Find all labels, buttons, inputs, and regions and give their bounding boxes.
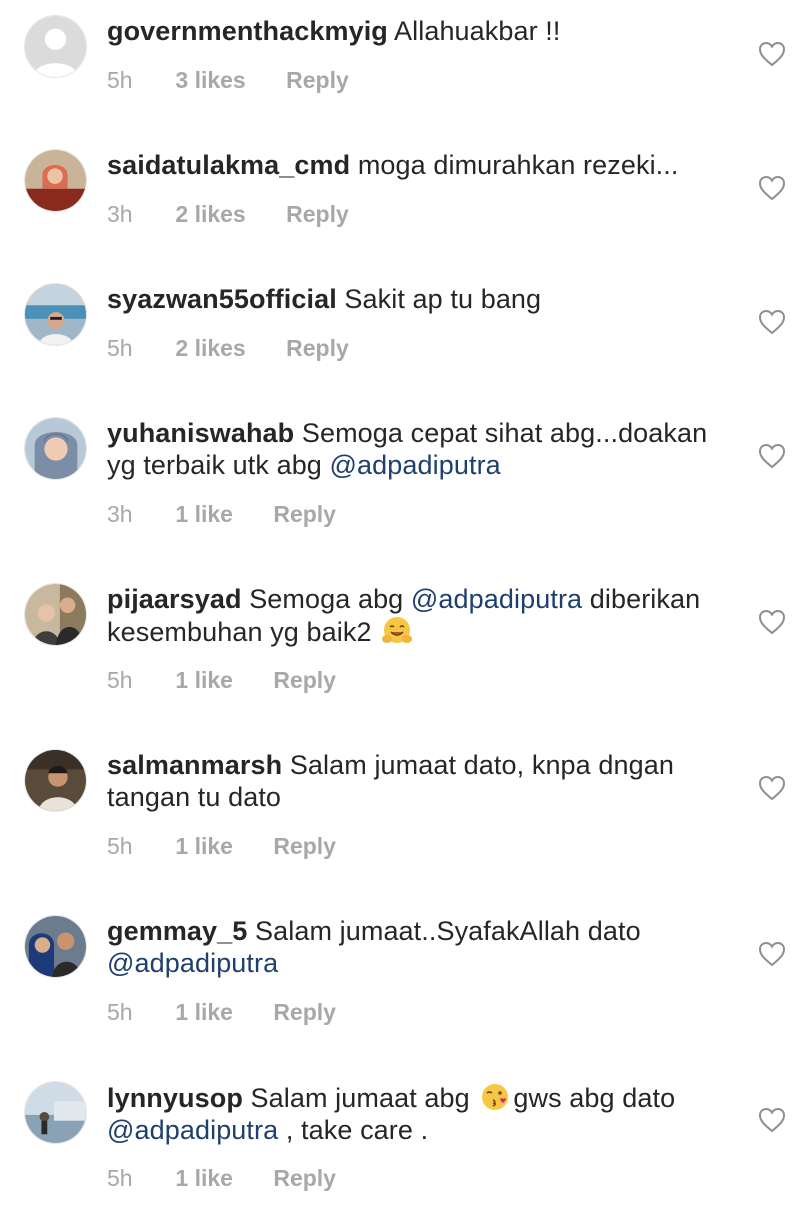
comment-username[interactable]: yuhaniswahab [107, 418, 294, 448]
reply-button[interactable]: Reply [286, 201, 349, 228]
comment-username[interactable]: salmanmarsh [107, 750, 282, 780]
reply-button[interactable]: Reply [273, 667, 336, 694]
heart-outline-icon [758, 309, 786, 335]
comments-list: governmenthackmyig Allahuakbar !! 5h 3 l… [0, 0, 811, 1207]
comment-username[interactable]: gemmay_5 [107, 916, 247, 946]
avatar[interactable] [24, 749, 87, 812]
like-button[interactable] [758, 175, 786, 201]
hugging-face-emoji [381, 615, 413, 647]
user-photo [25, 584, 86, 645]
like-button[interactable] [758, 1107, 786, 1133]
comment-mention[interactable]: @adpadiputra [107, 948, 278, 978]
comment-body-end: , take care . [285, 1115, 429, 1145]
comment-username[interactable]: lynnyusop [107, 1083, 243, 1113]
comment-body: Salam jumaat..SyafakAllah dato [255, 916, 641, 946]
heart-outline-icon [758, 41, 786, 67]
comment-meta: 3h 2 likes Reply [107, 201, 349, 228]
reply-button[interactable]: Reply [273, 1165, 336, 1192]
comment-mention[interactable]: @adpadiputra [330, 450, 501, 480]
avatar[interactable] [24, 915, 87, 978]
comment-username[interactable]: governmenthackmyig [107, 16, 388, 46]
like-button[interactable] [758, 609, 786, 635]
comment-text: gemmay_5 Salam jumaat..SyafakAllah dato … [107, 915, 727, 979]
comment-time: 5h [107, 335, 133, 361]
comment-likes[interactable]: 1 like [175, 1165, 233, 1192]
comment-meta: 5h 1 like Reply [107, 667, 336, 694]
comment-likes[interactable]: 1 like [175, 999, 233, 1026]
avatar[interactable] [24, 1081, 87, 1144]
avatar[interactable] [24, 417, 87, 480]
comment-text: yuhaniswahab Semoga cepat sihat abg...do… [107, 417, 727, 481]
default-avatar-icon [25, 16, 86, 77]
comment-body: moga dimurahkan rezeki... [357, 150, 679, 180]
user-photo [25, 750, 86, 811]
comment-time: 3h [107, 501, 133, 527]
avatar[interactable] [24, 283, 87, 346]
comment-mention[interactable]: @adpadiputra [107, 1115, 278, 1145]
comment-meta: 5h 1 like Reply [107, 999, 336, 1026]
comment-username[interactable]: saidatulakma_cmd [107, 150, 350, 180]
comment-body: Salam jumaat abg [250, 1083, 470, 1113]
comment-likes[interactable]: 2 likes [175, 335, 245, 362]
like-button[interactable] [758, 443, 786, 469]
comment-username[interactable]: pijaarsyad [107, 584, 242, 614]
like-button[interactable] [758, 941, 786, 967]
comment-username[interactable]: syazwan55official [107, 284, 337, 314]
comment-likes[interactable]: 3 likes [175, 67, 245, 94]
avatar[interactable] [24, 583, 87, 646]
like-button[interactable] [758, 309, 786, 335]
comment-body: Sakit ap tu bang [344, 284, 542, 314]
like-button[interactable] [758, 41, 786, 67]
comment-time: 5h [107, 1165, 133, 1191]
comment-likes[interactable]: 1 like [175, 833, 233, 860]
heart-outline-icon [758, 443, 786, 469]
avatar[interactable] [24, 15, 87, 78]
comment-body-continued: gws abg dato [513, 1083, 676, 1113]
heart-outline-icon [758, 609, 786, 635]
like-button[interactable] [758, 775, 786, 801]
heart-outline-icon [758, 775, 786, 801]
comment-body: Allahuakbar !! [394, 16, 561, 46]
comment-time: 3h [107, 201, 133, 227]
comment-likes[interactable]: 1 like [175, 667, 233, 694]
comment-text: governmenthackmyig Allahuakbar !! [107, 15, 727, 47]
comment-likes[interactable]: 2 likes [175, 201, 245, 228]
reply-button[interactable]: Reply [273, 999, 336, 1026]
comment-text: saidatulakma_cmd moga dimurahkan rezeki.… [107, 149, 727, 181]
user-photo [25, 284, 86, 345]
heart-outline-icon [758, 175, 786, 201]
comment-text: syazwan55official Sakit ap tu bang [107, 283, 727, 315]
comment-time: 5h [107, 999, 133, 1025]
comment-time: 5h [107, 67, 133, 93]
comment-meta: 5h 1 like Reply [107, 833, 336, 860]
comment-mention[interactable]: @adpadiputra [411, 584, 582, 614]
heart-outline-icon [758, 941, 786, 967]
user-photo [25, 916, 86, 977]
comment-text: lynnyusop Salam jumaat abg gws abg dato … [107, 1081, 727, 1146]
comment-time: 5h [107, 833, 133, 859]
user-photo [25, 1082, 86, 1143]
user-photo [25, 150, 86, 211]
face-blowing-kiss-emoji [479, 1081, 511, 1113]
comment-meta: 5h 1 like Reply [107, 1165, 336, 1192]
user-photo [25, 418, 86, 479]
comment-likes[interactable]: 1 like [175, 501, 233, 528]
reply-button[interactable]: Reply [273, 833, 336, 860]
comment-text: pijaarsyad Semoga abg @adpadiputra diber… [107, 583, 727, 648]
heart-outline-icon [758, 1107, 786, 1133]
comment-meta: 5h 2 likes Reply [107, 335, 349, 362]
comment-body: Semoga abg [249, 584, 404, 614]
avatar[interactable] [24, 149, 87, 212]
reply-button[interactable]: Reply [286, 335, 349, 362]
comment-meta: 5h 3 likes Reply [107, 67, 349, 94]
comment-text: salmanmarsh Salam jumaat dato, knpa dnga… [107, 749, 727, 813]
comment-meta: 3h 1 like Reply [107, 501, 336, 528]
comment-time: 5h [107, 667, 133, 693]
reply-button[interactable]: Reply [286, 67, 349, 94]
reply-button[interactable]: Reply [273, 501, 336, 528]
